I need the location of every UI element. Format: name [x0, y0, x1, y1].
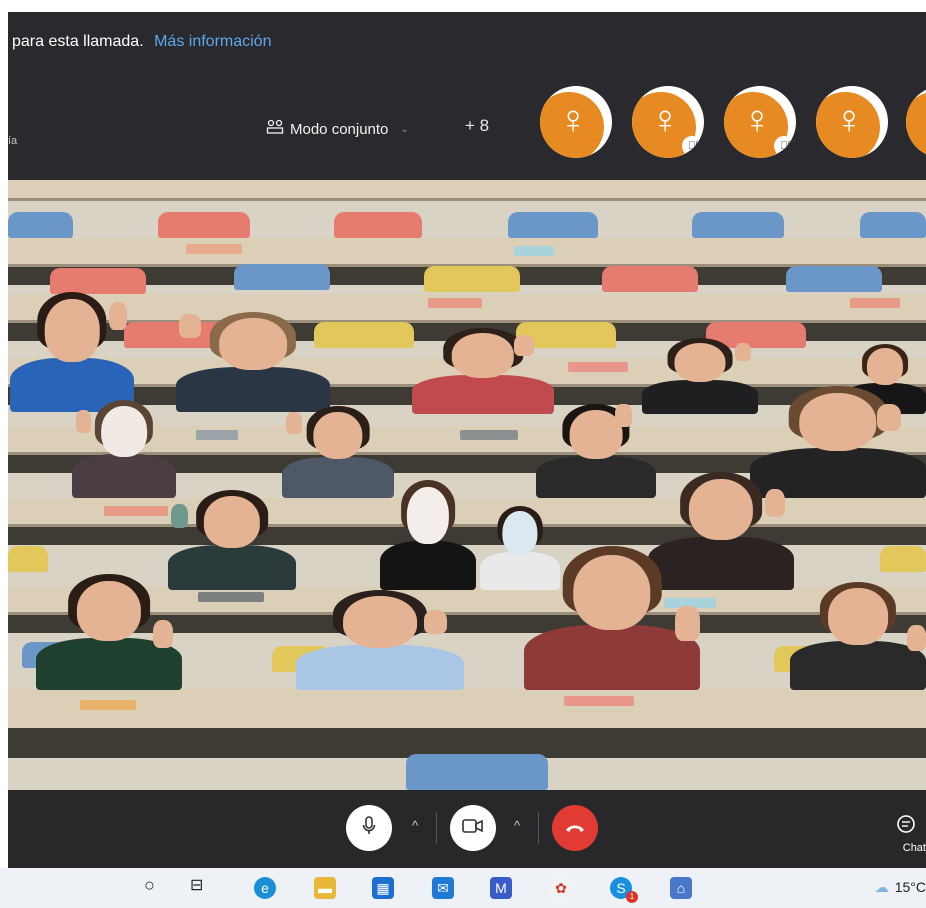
microphone-button[interactable]: [346, 805, 392, 851]
seat: [508, 212, 598, 238]
participant-video: [176, 312, 330, 412]
seat: [424, 266, 520, 292]
participant-video: [412, 328, 554, 414]
participant-video: [524, 546, 700, 690]
female-symbol-icon: ♀: [742, 98, 772, 142]
task-view-icon[interactable]: ⊟: [190, 875, 203, 895]
participant-avatar[interactable]: ♀: [540, 86, 612, 158]
camera-icon: [462, 818, 484, 839]
temperature: 15°C: [894, 879, 926, 895]
seat: [860, 212, 926, 238]
windows-taskbar: ○ ⊟ e ▬ ▦ ✉ M ✿ S1 ⌂ ☁ 15°C: [0, 868, 926, 908]
participant-video: [282, 406, 394, 498]
chat-icon[interactable]: [896, 814, 916, 839]
notebook: [850, 298, 900, 308]
divider: [538, 812, 539, 844]
desk-row: [8, 180, 926, 201]
skype-icon[interactable]: S1: [610, 877, 638, 903]
paint-icon[interactable]: ✿: [550, 877, 572, 899]
muted-mic-icon: 🎙̸: [774, 136, 794, 156]
more-participants[interactable]: + 8: [465, 116, 489, 136]
participant-video: [36, 574, 182, 690]
seat: [8, 546, 48, 572]
hang-up-icon: [564, 818, 586, 839]
notebook: [80, 700, 136, 710]
desk-row: [8, 238, 926, 267]
participant-video: [296, 590, 464, 690]
skype-badge: 1: [626, 891, 638, 903]
hang-up-button[interactable]: [552, 805, 598, 851]
participant-video: [380, 480, 476, 590]
participant-video: [168, 490, 296, 590]
participant-avatar[interactable]: ♀: [906, 86, 926, 158]
female-symbol-icon: ♀: [834, 98, 864, 142]
notebook: [186, 244, 242, 254]
seat: [692, 212, 784, 238]
seat: [158, 212, 250, 238]
file-explorer-icon[interactable]: ▬: [314, 877, 336, 899]
microphone-icon: [362, 815, 376, 841]
participant-video: [72, 400, 176, 498]
participant-video: [10, 292, 134, 412]
teams-meeting-window: para esta llamada. Más información ía Mo…: [8, 12, 926, 868]
camera-button[interactable]: [450, 805, 496, 851]
seat: [880, 546, 926, 572]
female-symbol-icon: ♀: [558, 98, 588, 142]
call-controls-bar: ^ ^ Chat: [8, 790, 926, 868]
mail-icon[interactable]: ✉: [432, 877, 454, 899]
desk-row: [8, 688, 926, 731]
participant-avatar[interactable]: ♀ 🎙̸: [724, 86, 796, 158]
notebook: [564, 696, 634, 706]
network-app-icon[interactable]: ⌂: [670, 877, 692, 899]
divider: [436, 812, 437, 844]
female-symbol-icon: ♀: [650, 98, 680, 142]
search-circle-icon[interactable]: ○: [144, 875, 155, 896]
side-label: ía: [8, 135, 18, 147]
seat: [406, 754, 548, 790]
seat: [8, 212, 73, 238]
notebook: [428, 298, 482, 308]
seat: [602, 266, 698, 292]
mode-label: Modo conjunto: [290, 120, 389, 138]
participant-video: [642, 338, 758, 414]
edge-icon[interactable]: e: [254, 877, 276, 899]
chevron-down-icon: ⌄: [400, 123, 409, 135]
notebook: [460, 430, 518, 440]
seat: [334, 212, 422, 238]
weather-widget[interactable]: ☁ 15°C: [875, 879, 926, 896]
meeting-header: ía Modo conjunto ⌄ + 8 ♀ ♀ 🎙̸ ♀ 🎙̸ ♀: [8, 72, 926, 180]
seat: [786, 266, 882, 292]
group-icon: [266, 119, 284, 139]
seat: [50, 268, 146, 294]
notebook: [568, 362, 628, 372]
participant-avatar[interactable]: ♀: [816, 86, 888, 158]
camera-options-chevron-icon[interactable]: ^: [514, 818, 520, 833]
more-info-link[interactable]: Más información: [154, 33, 271, 50]
store-icon[interactable]: ▦: [372, 877, 394, 899]
mic-options-chevron-icon[interactable]: ^: [412, 818, 418, 833]
seat: [234, 264, 330, 290]
notebook: [198, 592, 264, 602]
notice-text: para esta llamada.: [12, 33, 144, 50]
together-mode-button[interactable]: Modo conjunto ⌄: [266, 119, 409, 139]
participant-video: [790, 582, 926, 690]
muted-mic-icon: 🎙̸: [682, 136, 702, 156]
notebook: [514, 246, 554, 256]
visual-studio-icon[interactable]: M: [490, 877, 512, 899]
together-mode-scene: [8, 180, 926, 790]
chat-label[interactable]: Chat: [903, 842, 926, 854]
notebook: [196, 430, 238, 440]
recording-notice: para esta llamada. Más información: [8, 12, 926, 72]
notebook: [104, 506, 168, 516]
cloud-icon: ☁: [874, 879, 889, 895]
participant-video: [536, 404, 656, 498]
participant-avatar[interactable]: ♀ 🎙̸: [632, 86, 704, 158]
